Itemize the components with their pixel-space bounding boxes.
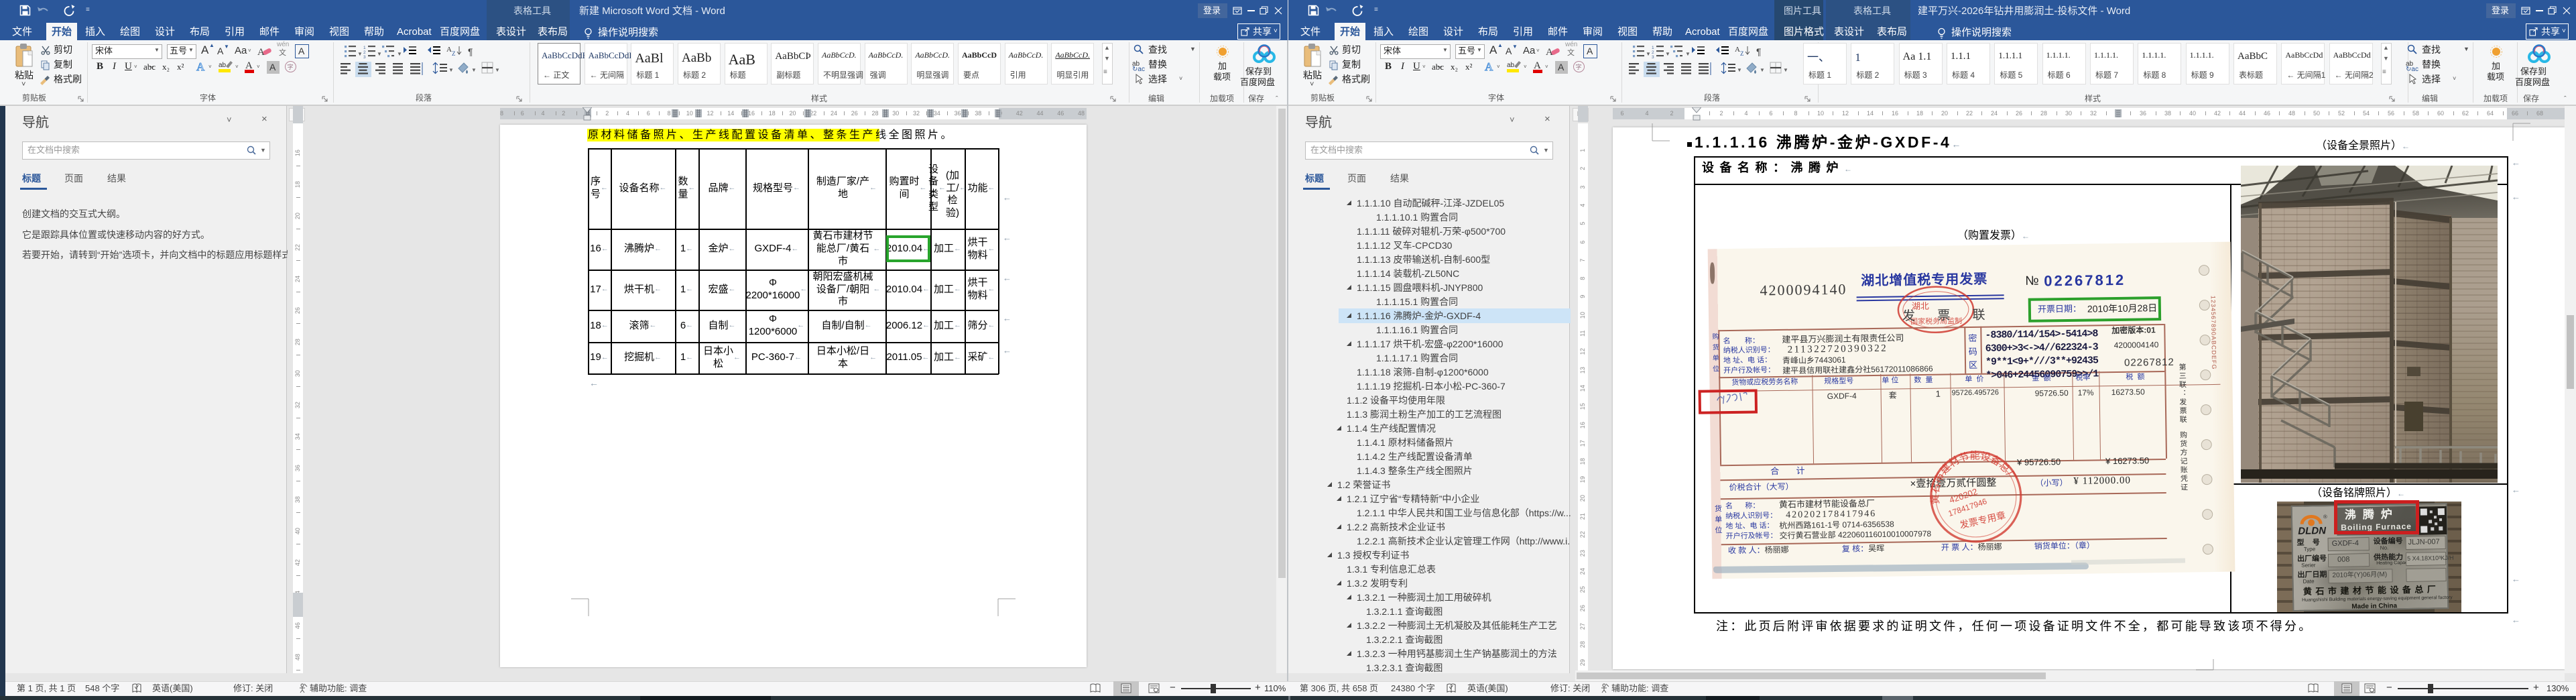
svg-text:DLDN: DLDN xyxy=(2298,525,2327,536)
svg-text:▼: ▼ xyxy=(1685,51,1691,57)
svg-text:ab: ab xyxy=(219,62,227,69)
svg-text:3: 3 xyxy=(1652,55,1654,59)
svg-text:字: 字 xyxy=(288,63,294,70)
svg-text:▼: ▼ xyxy=(1646,51,1651,57)
svg-text:3: 3 xyxy=(363,55,366,59)
svg-text:▼: ▼ xyxy=(397,51,402,57)
svg-text:▼: ▼ xyxy=(377,51,382,57)
svg-text:¶: ¶ xyxy=(1756,46,1762,57)
svg-text:®: ® xyxy=(2323,514,2327,520)
svg-text:A: A xyxy=(1534,60,1541,71)
svg-text:▼: ▼ xyxy=(471,67,477,73)
svg-text:↻ac: ↻ac xyxy=(1132,66,1145,71)
svg-text:A: A xyxy=(1735,46,1740,54)
svg-text:▼: ▼ xyxy=(357,51,363,57)
svg-text:▼: ▼ xyxy=(495,67,500,73)
svg-text:A: A xyxy=(446,46,452,54)
svg-text:▼: ▼ xyxy=(1737,67,1742,73)
svg-text:2: 2 xyxy=(1652,50,1654,55)
svg-text:¶: ¶ xyxy=(468,46,473,57)
svg-text:▼: ▼ xyxy=(1760,67,1765,73)
svg-text:2: 2 xyxy=(363,50,366,55)
svg-text:1: 1 xyxy=(1652,46,1654,50)
svg-text:▼: ▼ xyxy=(1665,51,1670,57)
svg-text:▼: ▼ xyxy=(448,67,454,73)
svg-text:A: A xyxy=(1485,60,1493,73)
svg-text:Z: Z xyxy=(1740,50,1744,57)
svg-text:字: 字 xyxy=(1576,63,1582,70)
svg-text:A: A xyxy=(196,60,205,73)
svg-text:▼: ▼ xyxy=(1783,67,1788,73)
svg-text:ab: ab xyxy=(1507,62,1515,69)
svg-text:Z: Z xyxy=(452,50,456,57)
svg-text:A: A xyxy=(245,60,253,71)
svg-text:1: 1 xyxy=(363,46,366,50)
svg-text:↻ac: ↻ac xyxy=(2406,66,2418,71)
